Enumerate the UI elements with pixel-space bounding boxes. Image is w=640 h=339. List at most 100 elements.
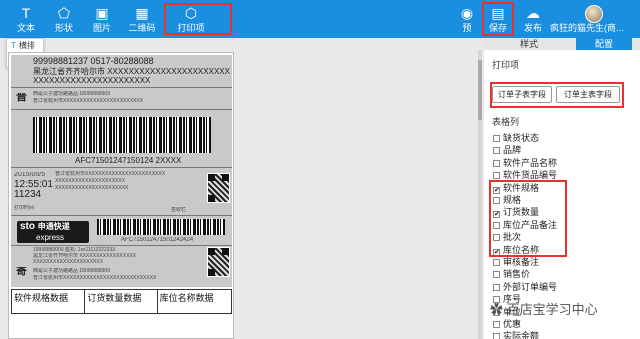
- shipping-label: 99998881237 0517-80288088 黑龙江省齐齐哈尔市 XXXX…: [11, 55, 232, 287]
- publish-label: 发布: [523, 23, 542, 33]
- checkbox[interactable]: [493, 172, 500, 180]
- label-time[interactable]: 12:55:01: [14, 180, 53, 189]
- qr-code-2[interactable]: [207, 247, 230, 277]
- tab-style[interactable]: 样式: [504, 38, 554, 50]
- properties-panel: 样式 配置 打印项 订单子表字段 订单主表字段 表格列 缺货状态 品牌 软件产品名称…: [484, 38, 640, 339]
- table-cell[interactable]: 库位名称数据: [158, 290, 231, 313]
- divider: [11, 245, 232, 246]
- terms-text: 普江省杭州市XXXXXXXXXXXXXXXXXXXXXXXX: [55, 171, 166, 177]
- sto-logo[interactable]: sto 申通快递 express: [17, 221, 89, 243]
- terms-text: XXXXXXXXXXXXXXXXXXXXX: [55, 178, 126, 184]
- tracking-number-2[interactable]: AFC715012471501242424: [121, 237, 193, 243]
- tracking-barcode-2[interactable]: [97, 219, 225, 235]
- sender-mark: 晋: [16, 93, 27, 102]
- field-checkbox-row[interactable]: 外部订单编号: [493, 282, 557, 293]
- field-label: 销售价: [503, 269, 531, 280]
- qrcode-tool-label: 二维码: [128, 23, 156, 33]
- sto-chinese-name: 申通快递: [37, 222, 70, 231]
- watermark: ✿ 百店宝学习中心: [490, 299, 640, 319]
- divider: [11, 87, 232, 88]
- label-address[interactable]: 黑龙江省齐齐哈尔市 XXXXXXXXXXXXXXXXXXXXXXX: [33, 67, 230, 76]
- checkbox[interactable]: [493, 135, 500, 142]
- watermark-text: 百店宝学习中心: [506, 302, 598, 317]
- tab-config[interactable]: 配置: [576, 38, 632, 50]
- checked-fields-highlight: [489, 180, 567, 257]
- design-canvas[interactable]: 99998881237 0517-80288088 黑龙江省齐齐哈尔市 XXXX…: [8, 52, 234, 339]
- sender-mark-2: 寄: [16, 267, 27, 276]
- print-time-label[interactable]: 打印时间: [14, 205, 34, 211]
- checkbox[interactable]: [493, 271, 500, 279]
- signature-label[interactable]: 签收栏: [171, 207, 186, 213]
- field-checkbox-row[interactable]: 缺货状态: [493, 133, 539, 144]
- field-label: 品牌: [503, 145, 522, 156]
- shape-tool-button[interactable]: ⬠ 形状: [47, 4, 81, 36]
- qrcode-tool-button[interactable]: ▦ 二维码: [125, 4, 159, 36]
- field-checkbox-row[interactable]: 审核备注: [493, 257, 539, 268]
- field-label: 缺货状态: [503, 133, 540, 143]
- tracking-number[interactable]: AFC71501247150124 2XXXX: [75, 156, 181, 165]
- save-highlight: [482, 2, 514, 36]
- field-label: 审核备注: [503, 257, 540, 267]
- checkbox[interactable]: [493, 333, 500, 339]
- label-time-2[interactable]: 11234: [14, 190, 41, 199]
- field-label: 外部订单编号: [503, 281, 558, 292]
- divider: [11, 215, 232, 216]
- field-buttons-highlight: [490, 82, 624, 108]
- sender-line-2[interactable]: 普江省杭州市XXXXXXXXXXXXXXXXXXXXXXXX: [33, 98, 143, 104]
- label-phone[interactable]: 99998881237 0517-80288088: [33, 57, 154, 66]
- sto-english-name: express: [36, 233, 65, 242]
- divider: [11, 167, 232, 168]
- text-tool-button[interactable]: T 文本: [9, 4, 43, 36]
- wechat-icon: ✿: [490, 302, 504, 317]
- text-icon: T: [21, 5, 31, 21]
- sto-logo-text: sto: [20, 221, 35, 232]
- panel-tabs: 样式 配置: [484, 38, 640, 50]
- items-table[interactable]: 软件规格数据 订货数量数据 库位名称数据: [11, 289, 232, 314]
- label-address-2[interactable]: XXXXXXXXXXXXXXXXXXXXXX: [33, 76, 150, 85]
- qrcode-icon: ▦: [135, 5, 149, 21]
- table-columns-section-title: 表格列: [492, 117, 520, 127]
- qr-code[interactable]: [207, 173, 230, 203]
- sender2-line-1[interactable]: 西是公子建功路路品 18099988909: [33, 268, 110, 274]
- image-icon: ▣: [95, 5, 109, 21]
- eye-icon: ◉: [460, 5, 474, 21]
- label-date[interactable]: 2015/05/5: [14, 172, 45, 178]
- preview-label: 预: [462, 23, 472, 33]
- canvas-scroll-thumb[interactable]: [478, 60, 482, 120]
- field-checkbox-row[interactable]: 优惠: [493, 319, 521, 330]
- sender2-line-2[interactable]: 普江省杭州市XXXXXXXXXXXXXXXXXXXXXXXXXXXX: [33, 275, 156, 281]
- print-item-section-title: 打印项: [492, 60, 520, 70]
- tracking-barcode[interactable]: [33, 117, 211, 153]
- field-label: 优惠: [503, 319, 522, 329]
- checkbox[interactable]: [493, 147, 500, 155]
- table-cell[interactable]: 软件规格数据: [12, 290, 86, 313]
- field-label: 软件产品名称: [503, 157, 558, 168]
- horizontal-option[interactable]: T 横排: [7, 39, 43, 53]
- field-checkbox-row[interactable]: 销售价: [493, 269, 530, 280]
- image-tool-button[interactable]: ▣ 图片: [85, 4, 119, 36]
- publish-button[interactable]: ☁ 发布: [516, 4, 550, 36]
- field-checkbox-row[interactable]: 软件产品名称: [493, 158, 557, 169]
- checkbox[interactable]: [493, 321, 500, 328]
- divider: [11, 109, 232, 110]
- cloud-upload-icon: ☁: [526, 5, 540, 21]
- terms-text: XXXXXXXXXXXXXXXXXXXXXX: [55, 185, 129, 191]
- text-small-icon: T: [11, 41, 16, 50]
- preview-button[interactable]: ◉ 预: [450, 4, 484, 36]
- shape-tool-label: 形状: [54, 23, 73, 33]
- image-tool-label: 图片: [92, 23, 111, 33]
- table-cell[interactable]: 订货数量数据: [85, 290, 158, 313]
- field-checkbox-row[interactable]: 品牌: [493, 145, 521, 156]
- text-tool-label: 文本: [16, 23, 35, 33]
- field-checkbox-row[interactable]: 实际金额: [493, 331, 539, 339]
- sender-line-1[interactable]: 西是公子建功路路品 18099988909: [33, 91, 110, 97]
- field-label: 实际金额: [503, 331, 540, 339]
- receiver-address-2[interactable]: XXXXXXXXXXXXXXXXXXXXX: [33, 259, 103, 265]
- shape-icon: ⬠: [57, 5, 71, 21]
- user-name[interactable]: 疯狂的猫先生(商...: [550, 21, 632, 34]
- checkbox[interactable]: [493, 159, 500, 167]
- checkbox[interactable]: [493, 283, 500, 291]
- print-item-highlight: [164, 3, 232, 35]
- field-label: 软件货品编号: [503, 170, 558, 181]
- checkbox[interactable]: [493, 259, 500, 266]
